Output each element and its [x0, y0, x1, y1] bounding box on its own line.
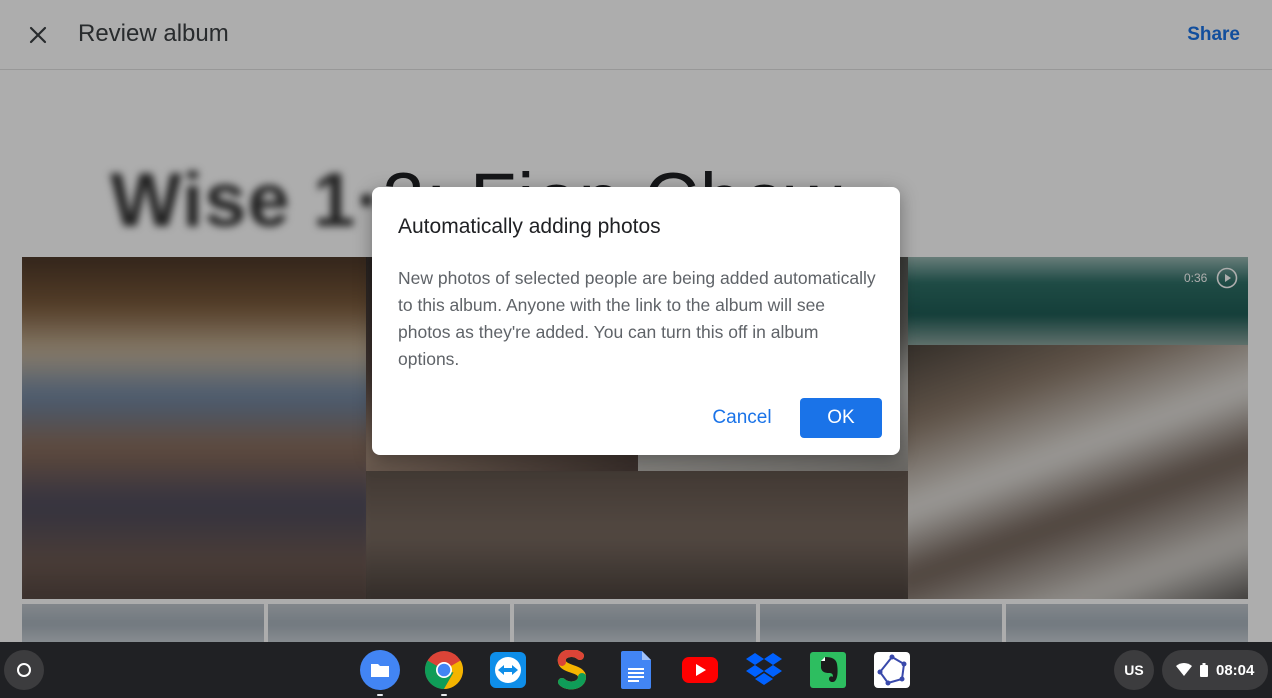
battery-icon: [1200, 663, 1208, 677]
evernote-app-icon: [810, 652, 846, 688]
input-method-button[interactable]: US: [1114, 650, 1154, 690]
ok-button[interactable]: OK: [800, 398, 882, 438]
launcher-button[interactable]: [4, 650, 44, 690]
files-app-icon: [360, 650, 400, 690]
polygon-app-icon: [874, 652, 910, 688]
chrome-app-icon: [424, 651, 464, 690]
teamviewer-app-button[interactable]: [488, 650, 528, 690]
clock: 08:04: [1216, 661, 1255, 679]
cancel-button[interactable]: Cancel: [700, 398, 784, 438]
status-tray[interactable]: 08:04: [1162, 650, 1268, 690]
sketchbook-app-icon: [557, 650, 587, 690]
youtube-app-button[interactable]: [680, 650, 720, 690]
running-indicator: [441, 694, 447, 696]
dropbox-app-icon: [746, 653, 782, 685]
auto-add-dialog: Automatically adding photos New photos o…: [372, 187, 900, 455]
system-shelf: US 08:04: [0, 642, 1272, 698]
chrome-app-button[interactable]: [424, 650, 464, 696]
files-app-button[interactable]: [360, 650, 400, 696]
polygon-app-button[interactable]: [872, 650, 912, 690]
youtube-app-icon: [682, 657, 718, 683]
wifi-icon: [1176, 663, 1192, 676]
dialog-title: Automatically adding photos: [398, 215, 661, 238]
dialog-body: New photos of selected people are being …: [398, 268, 876, 369]
launcher-icon: [17, 663, 31, 677]
google-docs-app-button[interactable]: [616, 650, 656, 690]
sketchbook-app-button[interactable]: [552, 650, 592, 690]
evernote-app-button[interactable]: [808, 650, 848, 690]
google-docs-app-icon: [621, 651, 651, 689]
teamviewer-app-icon: [490, 652, 526, 688]
running-indicator: [377, 694, 383, 696]
dropbox-app-button[interactable]: [744, 650, 784, 690]
